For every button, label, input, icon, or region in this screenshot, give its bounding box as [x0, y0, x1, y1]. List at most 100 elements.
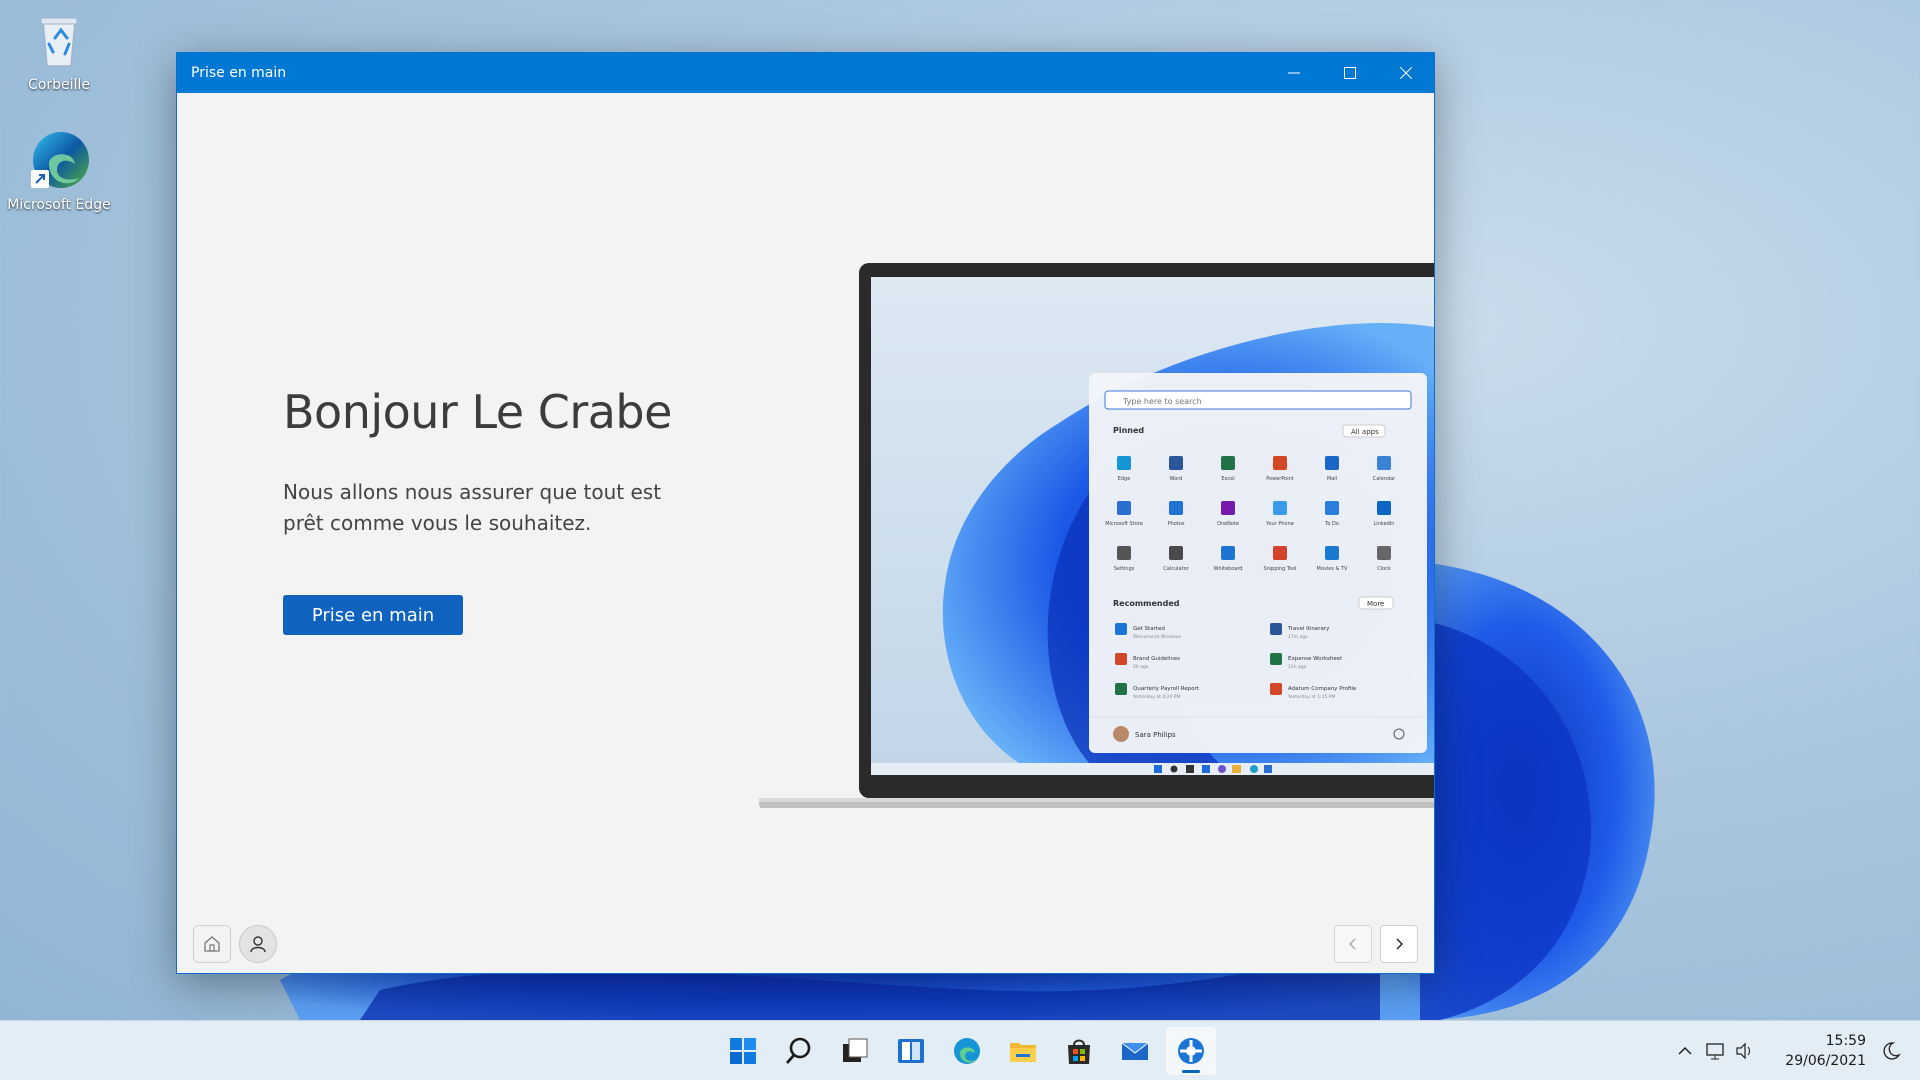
pinned-app-icon [1273, 501, 1287, 515]
pinned-app-label: Snipping Tool [1263, 566, 1296, 572]
taskbar-task-view-button[interactable] [830, 1027, 880, 1075]
previous-button[interactable] [1334, 925, 1372, 963]
pinned-app-label: Clock [1377, 566, 1391, 572]
pinned-app-label: Settings [1114, 566, 1135, 572]
recommended-item-title: Adatum Company Profile [1288, 686, 1357, 692]
minimize-icon [1288, 72, 1300, 74]
pinned-app-icon [1221, 501, 1235, 515]
pinned-app-icon [1377, 501, 1391, 515]
recommended-item-icon [1115, 623, 1127, 635]
pinned-app-icon [1325, 501, 1339, 515]
taskbar-get-started-button[interactable] [1166, 1027, 1216, 1075]
search-icon [785, 1037, 811, 1064]
taskbar-start-button[interactable] [718, 1027, 768, 1075]
desktop-icon-recycle-bin[interactable]: Corbeille [4, 8, 114, 94]
window-title: Prise en main [191, 65, 287, 81]
pinned-app-label: Calculator [1163, 566, 1189, 572]
close-button[interactable] [1378, 53, 1434, 93]
pinned-app-icon [1377, 456, 1391, 470]
pinned-app-label: OneNote [1217, 521, 1239, 527]
home-icon [204, 936, 220, 952]
tray-overflow-button[interactable] [1670, 1036, 1700, 1066]
more-label: More [1367, 600, 1384, 608]
volume-icon [1736, 1042, 1750, 1060]
taskbar-search-button[interactable] [774, 1027, 824, 1075]
greeting-heading: Bonjour Le Crabe [283, 385, 672, 439]
pinned-app-icon [1117, 546, 1131, 560]
next-button[interactable] [1380, 925, 1418, 963]
focus-assist-icon [1883, 1042, 1901, 1060]
recommended-item-icon [1115, 683, 1127, 695]
chevron-right-icon [1396, 938, 1403, 950]
edge-icon [954, 1038, 980, 1064]
pinned-app-label: Movies & TV [1317, 566, 1349, 572]
account-button[interactable] [239, 925, 277, 963]
focus-assist-button[interactable] [1876, 1036, 1906, 1066]
recommended-item-title: Travel Itinerary [1287, 626, 1330, 632]
clock-date: 29/06/2021 [1785, 1053, 1866, 1069]
minimize-button[interactable] [1266, 53, 1322, 93]
recommended-item-icon [1270, 623, 1282, 635]
maximize-icon [1344, 67, 1356, 79]
pinned-app-icon [1273, 456, 1287, 470]
get-started-button[interactable]: Prise en main [283, 595, 463, 635]
pinned-app-icon [1325, 546, 1339, 560]
pinned-app-icon [1273, 546, 1287, 560]
tray-network-button[interactable] [1700, 1036, 1730, 1066]
recommended-item-title: Get Started [1133, 626, 1165, 632]
maximize-button[interactable] [1322, 53, 1378, 93]
pinned-app-label: Microsoft Store [1105, 521, 1143, 527]
taskbar-store-button[interactable] [1054, 1027, 1104, 1075]
all-apps-label: All apps [1351, 428, 1379, 436]
pinned-app-icon [1117, 501, 1131, 515]
taskbar-edge-button[interactable] [942, 1027, 992, 1075]
desktop-icon-edge[interactable]: Microsoft Edge [4, 128, 114, 214]
pinned-app-label: Edge [1118, 476, 1131, 482]
start-search-placeholder: Type here to search [1122, 397, 1202, 406]
recommended-item-icon [1270, 683, 1282, 695]
recommended-item-subtitle: Yesterday at 1:15 PM [1287, 694, 1335, 700]
pinned-app-label: Calendar [1373, 476, 1396, 482]
recommended-item-title: Expense Worksheet [1288, 656, 1343, 662]
pinned-app-icon [1221, 456, 1235, 470]
home-button[interactable] [193, 925, 231, 963]
recommended-item-icon [1270, 653, 1282, 665]
pinned-app-icon [1221, 546, 1235, 560]
widgets-icon [898, 1039, 924, 1063]
recommended-item-title: Quarterly Payroll Report [1133, 686, 1200, 692]
pinned-app-label: Mail [1327, 476, 1337, 482]
clock-time: 15:59 [1825, 1033, 1866, 1049]
store-icon [1068, 1039, 1090, 1064]
window-content: Bonjour Le Crabe Nous allons nous assure… [177, 93, 1434, 973]
taskbar-mail-button[interactable] [1110, 1027, 1160, 1075]
recommended-item-subtitle: 12h ago [1288, 664, 1307, 670]
pinned-app-icon [1169, 546, 1183, 560]
pinned-label: Pinned [1113, 426, 1144, 435]
taskbar-widgets-button[interactable] [886, 1027, 936, 1075]
taskbar-file-explorer-button[interactable] [998, 1027, 1048, 1075]
pinned-app-icon [1169, 501, 1183, 515]
recommended-item-subtitle: 17m ago [1288, 634, 1308, 640]
recommended-item-icon [1115, 653, 1127, 665]
desktop-icon-label: Microsoft Edge [7, 197, 111, 213]
taskbar-clock[interactable]: 15:59 29/06/2021 [1770, 1031, 1866, 1071]
chevron-left-icon [1349, 938, 1356, 950]
pinned-app-label: LinkedIn [1374, 521, 1395, 527]
pinned-app-label: Whiteboard [1214, 566, 1243, 572]
pinned-app-label: To Do [1324, 521, 1339, 527]
get-started-icon [1178, 1038, 1204, 1064]
recycle-bin-icon [27, 8, 91, 72]
file-explorer-icon [1010, 1043, 1036, 1062]
recommended-item-subtitle: Yesterday at 4:24 PM [1132, 694, 1180, 700]
start-user-name: Sara Philips [1135, 731, 1176, 739]
pinned-app-icon [1169, 456, 1183, 470]
window-titlebar[interactable]: Prise en main [177, 53, 1434, 93]
chevron-up-icon [1678, 1046, 1692, 1055]
pinned-app-icon [1325, 456, 1339, 470]
pinned-app-label: Photos [1168, 521, 1185, 527]
pinned-app-icon [1117, 456, 1131, 470]
laptop-illustration: Type here to search Pinned All apps Edge… [759, 263, 1434, 808]
desktop-icon-label: Corbeille [28, 77, 90, 93]
get-started-window: Prise en main Bonjour Le Crabe Nous allo… [176, 52, 1435, 974]
tray-volume-button[interactable] [1730, 1036, 1760, 1066]
